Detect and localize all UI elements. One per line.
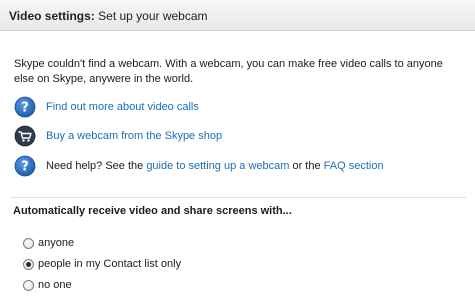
buy-webcam-row: Buy a webcam from the Skype shop [14, 124, 222, 148]
radio-option-no-one[interactable]: no one [23, 279, 72, 291]
shopping-cart-icon [14, 125, 36, 147]
radio-label: people in my Contact list only [38, 258, 182, 270]
radio-option-anyone[interactable]: anyone [23, 237, 74, 249]
radio-label: anyone [38, 237, 75, 249]
help-middle-text: or the [289, 160, 324, 172]
svg-text:?: ? [21, 101, 29, 116]
header-subtitle: Set up your webcam [98, 9, 208, 23]
radio-button[interactable] [23, 279, 34, 291]
section-divider [10, 197, 466, 198]
header-title: Video settings: [9, 9, 95, 23]
no-webcam-message: Skype couldn't find a webcam. With a web… [14, 58, 443, 85]
svg-text:?: ? [21, 160, 29, 175]
buy-webcam-link[interactable]: Buy a webcam from the Skype shop [46, 130, 222, 142]
help-row: ? Need help? See the guide to setting up… [14, 154, 384, 178]
video-calls-row: ? Find out more about video calls [14, 95, 199, 119]
question-icon: ? [14, 155, 36, 177]
radio-button[interactable] [23, 258, 34, 270]
faq-link[interactable]: FAQ section [324, 160, 384, 172]
auto-receive-title: Automatically receive video and share sc… [13, 205, 292, 217]
question-icon: ? [14, 96, 36, 118]
page-title: Video settings: Set up your webcam [9, 9, 208, 23]
radio-label: no one [38, 279, 72, 291]
radio-button[interactable] [23, 237, 34, 249]
radio-option-contacts-only[interactable]: people in my Contact list only [23, 258, 181, 270]
header-bar: Video settings: Set up your webcam [0, 0, 475, 31]
video-calls-link[interactable]: Find out more about video calls [46, 101, 199, 113]
webcam-guide-link[interactable]: guide to setting up a webcam [146, 160, 289, 172]
help-prefix-text: Need help? See the [46, 160, 147, 172]
